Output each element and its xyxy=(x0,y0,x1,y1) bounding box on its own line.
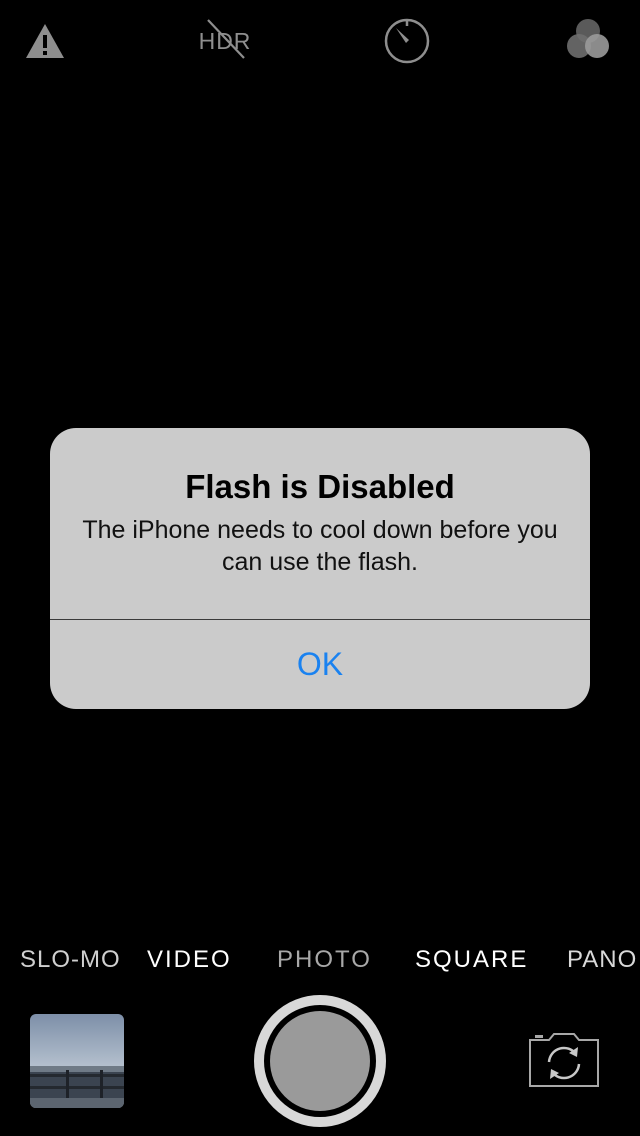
switch-camera-icon[interactable] xyxy=(527,1032,601,1088)
hdr-off-slash-icon xyxy=(207,19,245,59)
hdr-toggle[interactable]: HDR xyxy=(192,16,258,64)
warning-icon[interactable] xyxy=(24,22,66,60)
camera-top-bar: HDR xyxy=(0,0,640,84)
timer-icon[interactable] xyxy=(382,16,432,66)
ok-button[interactable]: OK xyxy=(50,620,590,709)
flash-disabled-alert: Flash is Disabled The iPhone needs to co… xyxy=(50,428,590,709)
mode-video[interactable]: VIDEO xyxy=(147,946,232,974)
mode-slo-mo[interactable]: SLO-MO xyxy=(20,946,121,974)
filters-icon[interactable] xyxy=(562,16,614,64)
mode-pano[interactable]: PANO xyxy=(567,946,637,974)
mode-square[interactable]: SQUARE xyxy=(415,946,528,974)
alert-message: The iPhone needs to cool down before you… xyxy=(82,516,558,576)
shutter-button[interactable] xyxy=(254,995,386,1127)
last-photo-thumbnail[interactable] xyxy=(30,1014,124,1108)
camera-mode-selector: SLO-MO VIDEO PHOTO SQUARE PANO xyxy=(0,946,640,982)
alert-title: Flash is Disabled xyxy=(185,468,455,505)
mode-photo[interactable]: PHOTO xyxy=(277,946,372,974)
